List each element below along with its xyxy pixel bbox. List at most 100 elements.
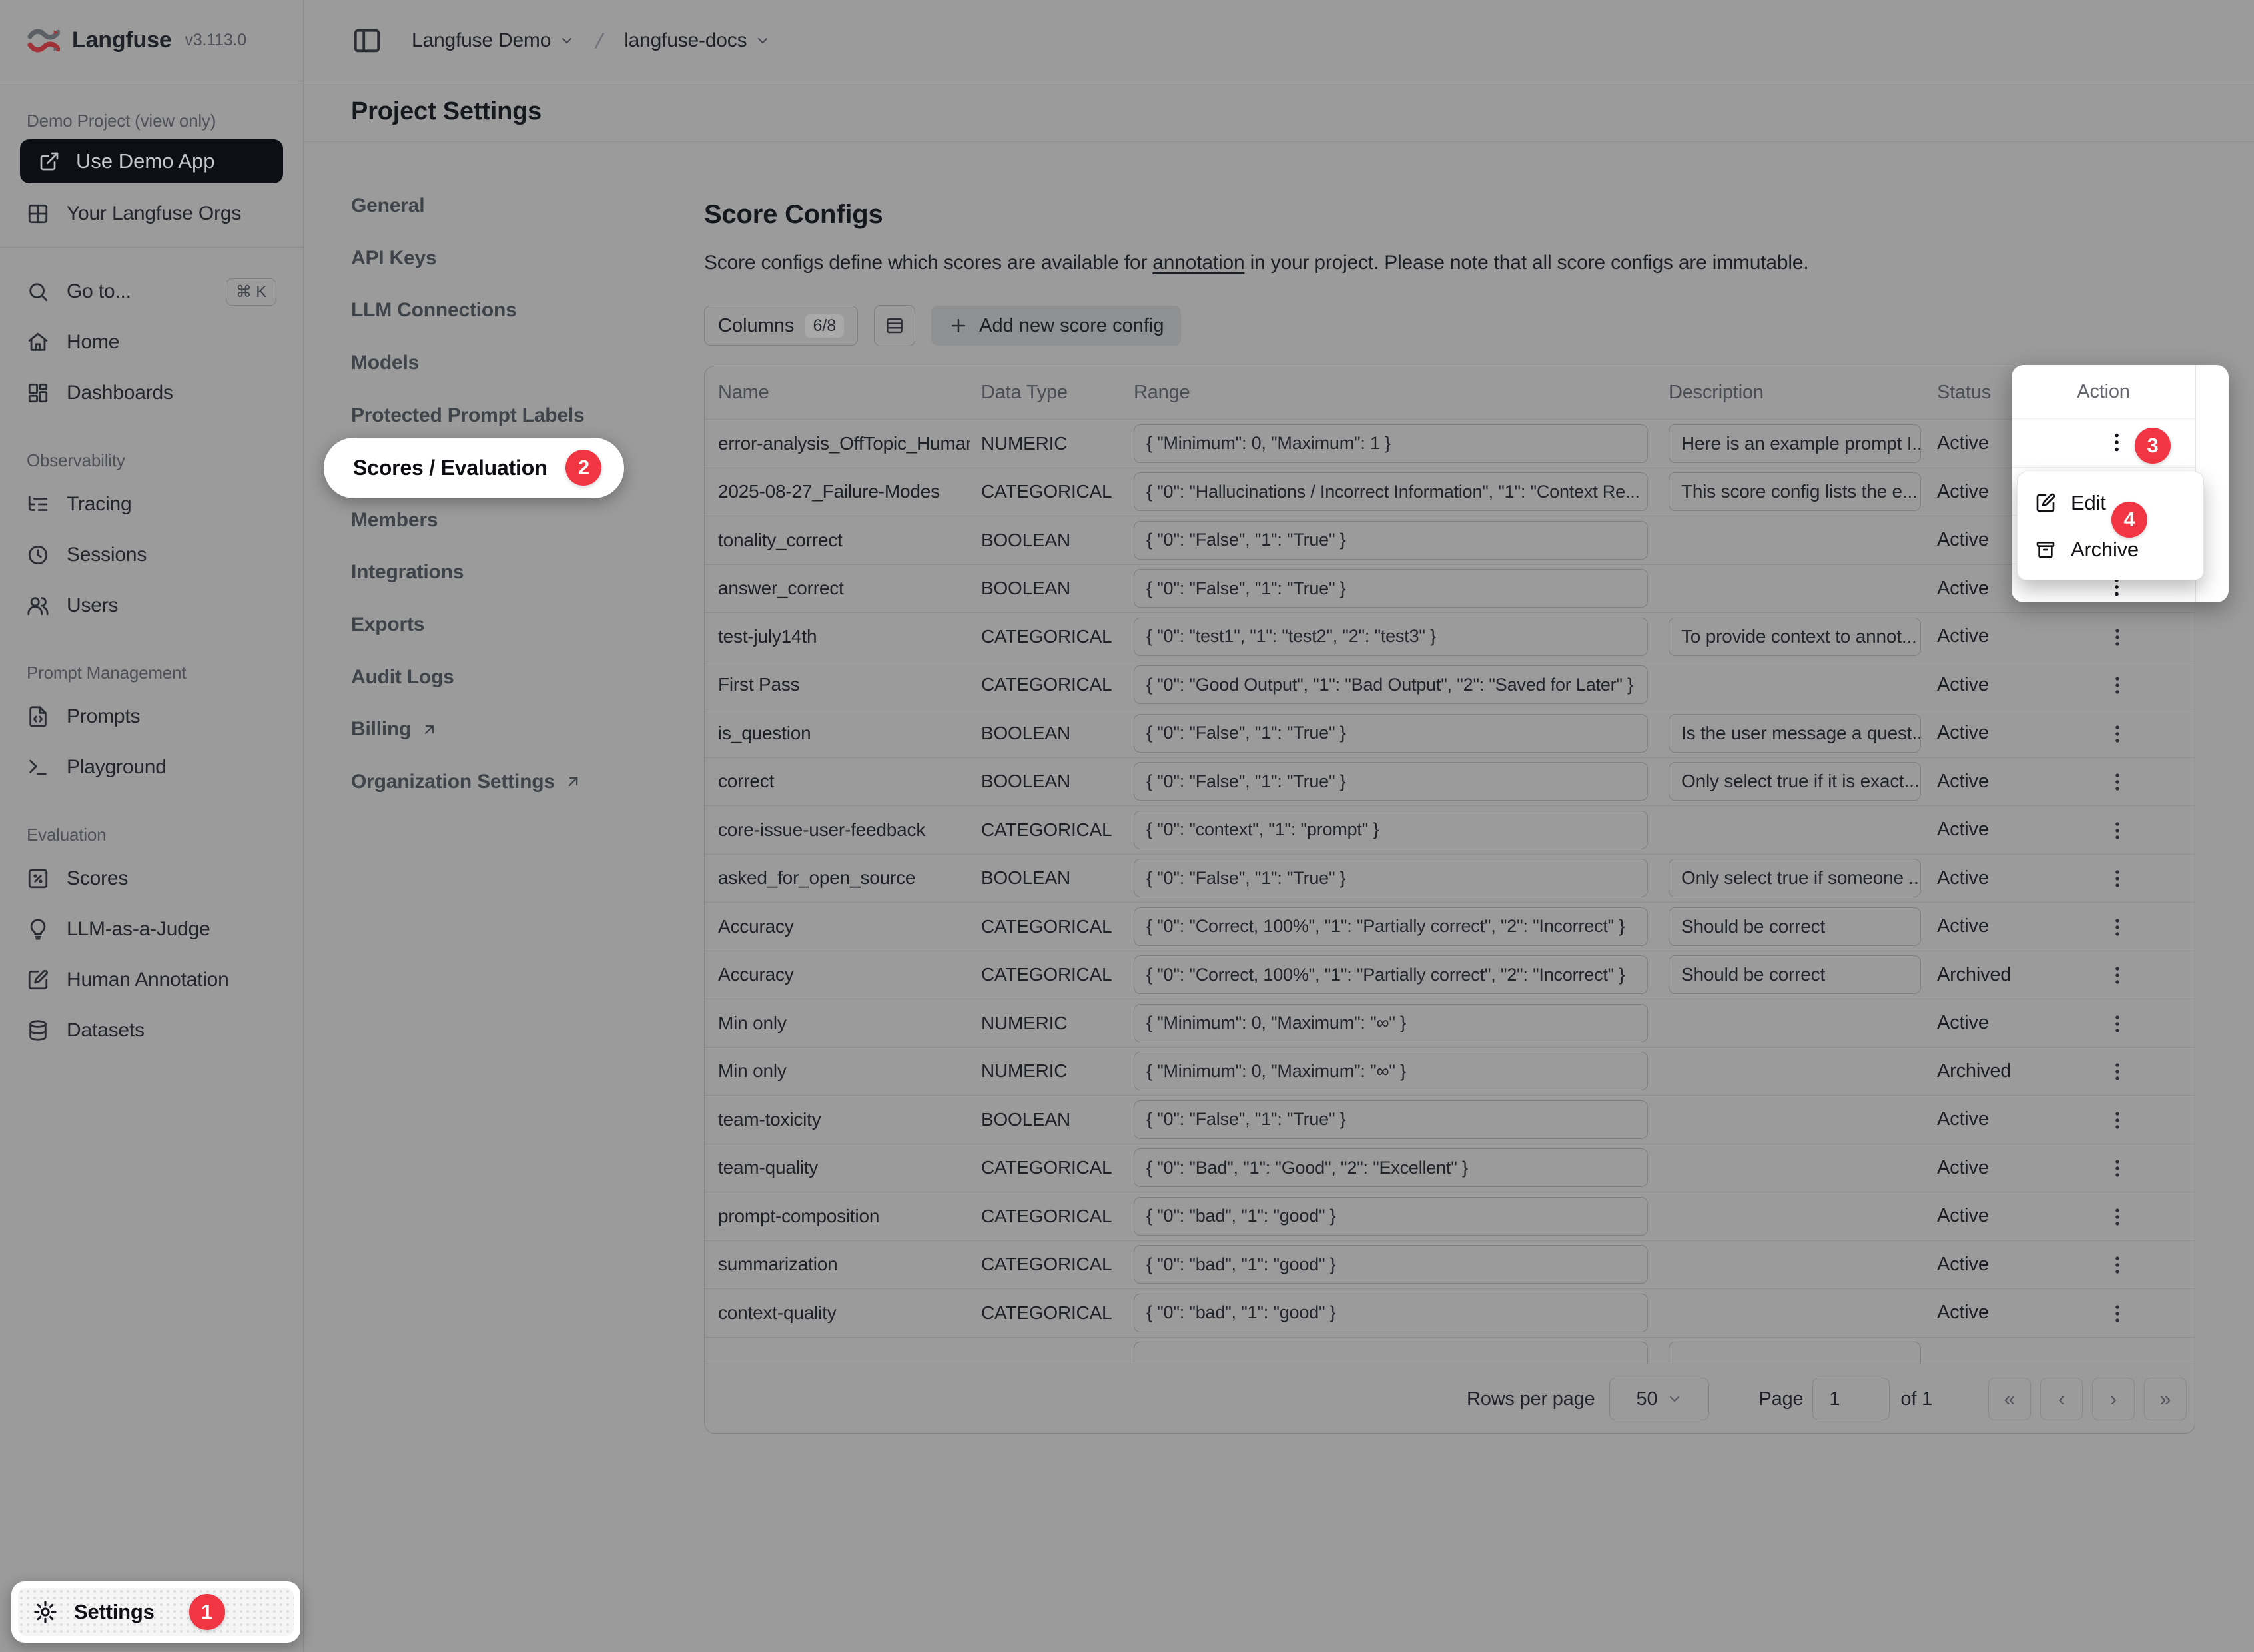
columns-button[interactable]: Columns 6/8: [704, 306, 858, 346]
table-row: is_question BOOLEAN { "0": "False", "1":…: [705, 709, 2195, 757]
langfuse-logo-icon: [25, 25, 60, 56]
settings-nav-item-general[interactable]: General: [324, 180, 697, 232]
section-heading: Score Configs: [704, 200, 883, 230]
settings-nav-item-api-keys[interactable]: API Keys: [324, 232, 697, 285]
kebab-icon: [2106, 867, 2129, 889]
table-row: summarization CATEGORICAL { "0": "bad", …: [705, 1240, 2195, 1289]
config-description: Only select true if someone ...: [1669, 859, 1921, 897]
sidebar-item-tracing[interactable]: Tracing: [20, 479, 283, 530]
settings-nav-item-models[interactable]: Models: [324, 337, 697, 390]
settings-nav-item-exports[interactable]: Exports: [324, 599, 697, 651]
config-range: { "0": "Good Output", "1": "Bad Output",…: [1134, 665, 1648, 704]
edit-icon: [2035, 492, 2056, 514]
status-text: Active: [1922, 999, 2039, 1047]
settings-nav-item-organization-settings[interactable]: Organization Settings: [324, 756, 697, 809]
config-name: First Pass: [705, 661, 970, 709]
terminal-icon: [27, 756, 49, 779]
config-name: Min only: [705, 999, 970, 1047]
row-actions-menu-button[interactable]: [2097, 1148, 2137, 1188]
org-switcher[interactable]: Langfuse Demo: [412, 29, 575, 52]
row-actions-menu-button[interactable]: [2097, 1196, 2137, 1236]
sidebar-item-your-langfuse-orgs[interactable]: Your Langfuse Orgs: [20, 189, 283, 239]
settings-nav-item-audit-logs[interactable]: Audit Logs: [324, 651, 697, 703]
use-demo-app-button[interactable]: Use Demo App: [20, 139, 283, 183]
row-actions-menu-button[interactable]: [2097, 1051, 2137, 1091]
sidebar-item-label: Home: [67, 331, 119, 354]
settings-nav-label: Protected Prompt Labels: [351, 404, 584, 427]
config-description: [1669, 1342, 1921, 1364]
settings-nav-item-protected-prompt-labels[interactable]: Protected Prompt Labels: [324, 389, 697, 442]
settings-nav-item-llm-connections[interactable]: LLM Connections: [324, 284, 697, 337]
sidebar-item-datasets[interactable]: Datasets: [20, 1005, 283, 1056]
table-row: core-issue-user-feedback CATEGORICAL { "…: [705, 805, 2195, 854]
project-switcher[interactable]: langfuse-docs: [624, 29, 771, 52]
sidebar-item-prompts[interactable]: Prompts: [20, 691, 283, 742]
sidebar-item-home[interactable]: Home: [20, 317, 283, 368]
settings-nav-item-members[interactable]: Members: [324, 494, 697, 547]
sidebar-toggle-button[interactable]: [352, 25, 382, 56]
config-name: Min only: [705, 1048, 970, 1096]
rows-per-page-select[interactable]: 50: [1609, 1378, 1709, 1420]
row-actions-menu-button[interactable]: [2097, 955, 2137, 995]
menu-item-archive[interactable]: Archive: [2018, 526, 2203, 573]
sidebar-item-llm-as-a-judge[interactable]: LLM-as-a-Judge: [20, 904, 283, 955]
chevron-down-icon: [755, 33, 771, 49]
row-actions-menu-button[interactable]: [2097, 761, 2137, 801]
settings-nav-item-integrations[interactable]: Integrations: [324, 546, 697, 599]
sidebar-item-go-to[interactable]: Go to... ⌘ K: [20, 266, 283, 317]
sidebar-item-human-annotation[interactable]: Human Annotation: [20, 955, 283, 1005]
sidebar-item-scores[interactable]: Scores: [20, 853, 283, 904]
page-label: Page: [1758, 1388, 1803, 1410]
row-actions-menu-button[interactable]: [2097, 810, 2137, 850]
row-actions-menu-button[interactable]: [2097, 858, 2137, 898]
page-input[interactable]: 1: [1812, 1378, 1890, 1420]
last-page-button[interactable]: »: [2144, 1378, 2187, 1420]
first-page-button[interactable]: «: [1988, 1378, 2031, 1420]
bulb-icon: [27, 918, 49, 941]
config-data-type: BOOLEAN: [970, 709, 1122, 757]
row-actions-menu-button[interactable]: [2097, 422, 2137, 462]
row-actions-menu-button[interactable]: [2097, 1244, 2137, 1284]
sidebar-item-users[interactable]: Users: [20, 580, 283, 631]
settings-nav-item-billing[interactable]: Billing: [324, 703, 697, 756]
sidebar-item-dashboards[interactable]: Dashboards: [20, 368, 283, 418]
config-range: { "0": "Hallucinations / Incorrect Infor…: [1134, 472, 1648, 511]
sidebar-item-label: Tracing: [67, 493, 132, 516]
config-data-type: CATEGORICAL: [970, 951, 1122, 999]
row-actions-menu-button[interactable]: [2097, 713, 2137, 753]
config-data-type: BOOLEAN: [970, 516, 1122, 564]
status-text: Active: [1922, 1289, 2039, 1337]
row-actions-menu-button[interactable]: [2097, 1100, 2137, 1140]
kebab-icon: [2106, 1012, 2129, 1034]
config-range: { "0": "False", "1": "True" }: [1134, 1100, 1648, 1139]
add-score-config-button[interactable]: Add new score config: [931, 306, 1181, 346]
status-text: Archived: [1922, 951, 2039, 999]
top-bar: Langfuse Demo langfuse-docs: [304, 0, 2254, 81]
kebab-icon: [2106, 673, 2129, 696]
sidebar-item-playground[interactable]: Playground: [20, 742, 283, 793]
row-actions-menu-button[interactable]: [2097, 617, 2137, 657]
config-name: team-toxicity: [705, 1096, 970, 1144]
settings-nav-item-scores-evaluation[interactable]: Scores / Evaluation 2: [324, 438, 697, 498]
config-range: { "Minimum": 0, "Maximum": "∞" }: [1134, 1052, 1648, 1090]
sidebar-item-settings[interactable]: Settings 1: [11, 1581, 300, 1643]
status-text: Active: [1922, 613, 2039, 661]
previous-page-button[interactable]: ‹: [2040, 1378, 2083, 1420]
config-range: { "0": "bad", "1": "good" }: [1134, 1294, 1648, 1332]
config-description: Is the user message a quest...: [1669, 714, 1921, 753]
row-actions-menu-button[interactable]: [2097, 665, 2137, 705]
table-row: Accuracy CATEGORICAL { "0": "Correct, 10…: [705, 951, 2195, 999]
table-row: First Pass CATEGORICAL { "0": "Good Outp…: [705, 661, 2195, 709]
sidebar-item-sessions[interactable]: Sessions: [20, 530, 283, 580]
description-text: Score configs define which scores are av…: [704, 252, 1152, 274]
table-row: context-quality CATEGORICAL { "0": "bad"…: [705, 1288, 2195, 1337]
row-actions-menu-button[interactable]: [2097, 907, 2137, 947]
sidebar-item-label: Users: [67, 594, 118, 617]
row-actions-menu-button[interactable]: [2097, 1293, 2137, 1333]
menu-item-edit[interactable]: Edit: [2018, 480, 2203, 526]
annotation-link[interactable]: annotation: [1152, 252, 1244, 274]
settings-nav-label: Billing: [351, 718, 411, 741]
row-actions-menu-button[interactable]: [2097, 1003, 2137, 1043]
row-height-button[interactable]: [874, 305, 915, 346]
next-page-button[interactable]: ›: [2092, 1378, 2135, 1420]
